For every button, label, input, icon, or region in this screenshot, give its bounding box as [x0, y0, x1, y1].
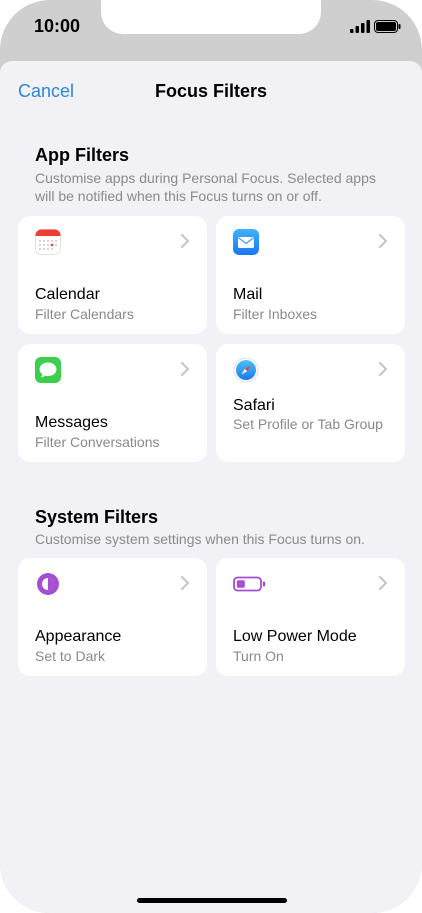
card-name: Messages — [35, 414, 108, 431]
signal-icon — [350, 20, 370, 33]
mail-icon — [233, 229, 259, 255]
calendar-icon — [35, 229, 61, 255]
safari-icon — [233, 357, 259, 383]
low-power-mode-filter-card[interactable]: Low Power Mode Turn On — [216, 558, 405, 676]
battery-low-power-icon — [233, 576, 266, 592]
chevron-right-icon — [379, 234, 387, 248]
card-name: Mail — [233, 286, 263, 303]
system-filters-subtitle: Customise system settings when this Focu… — [35, 531, 365, 547]
app-filters-title: App Filters — [35, 145, 130, 165]
appearance-filter-card[interactable]: Appearance Set to Dark — [18, 558, 207, 676]
home-indicator[interactable] — [137, 898, 287, 903]
appearance-icon — [37, 573, 59, 595]
chevron-right-icon — [181, 362, 189, 376]
mail-filter-card[interactable]: Mail Filter Inboxes — [216, 216, 405, 334]
system-filters-title: System Filters — [35, 507, 159, 527]
chevron-right-icon — [379, 362, 387, 376]
focus-filters-sheet: Cancel Focus Filters App Filters Customi… — [0, 61, 422, 913]
calendar-filter-card[interactable]: Calendar Filter Calendars — [18, 216, 207, 334]
notch — [101, 0, 321, 34]
card-name: Calendar — [35, 286, 100, 303]
chevron-right-icon — [181, 576, 189, 590]
card-name: Low Power Mode — [233, 628, 357, 645]
messages-icon — [35, 357, 61, 383]
card-description: Filter Calendars — [35, 306, 134, 322]
battery-icon — [374, 20, 401, 33]
card-description: Set to Dark — [35, 648, 106, 664]
messages-filter-card[interactable]: Messages Filter Conversations — [18, 344, 207, 462]
chevron-right-icon — [181, 234, 189, 248]
chevron-right-icon — [379, 576, 387, 590]
page-title: Focus Filters — [154, 81, 268, 101]
card-name: Safari — [233, 397, 275, 414]
app-filters-subtitle: Customise apps during Personal Focus. Se… — [35, 170, 376, 204]
card-name: Appearance — [35, 628, 122, 645]
status-time: 10:00 — [34, 16, 81, 36]
card-description: Set Profile or Tab Group — [233, 416, 383, 432]
card-description: Filter Conversations — [35, 434, 160, 450]
card-description: Turn On — [233, 648, 284, 664]
card-description: Filter Inboxes — [233, 306, 318, 322]
status-bar: 10:00 — [0, 0, 422, 60]
safari-filter-card[interactable]: Safari Set Profile or Tab Group — [216, 344, 405, 462]
phone-frame: 10:00 Cancel Focus Filters App Filters C… — [0, 0, 422, 913]
